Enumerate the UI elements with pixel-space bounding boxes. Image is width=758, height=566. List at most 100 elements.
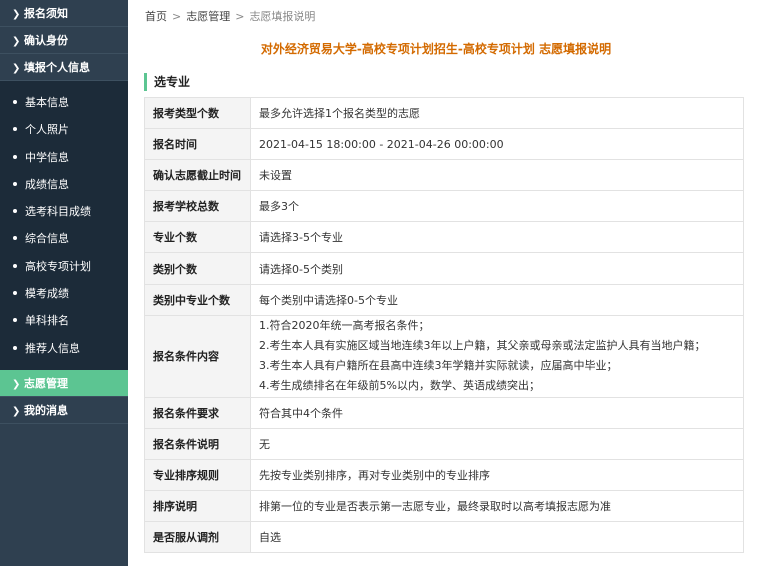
conditions-list: 1.符合2020年统一高考报名条件； 2.考生本人具有实施区域当地连续3年以上户… [250,314,744,398]
sidebar-item-label: 填报个人信息 [24,61,90,74]
bullet-icon [13,181,17,186]
condition-line: 4.考生成绩排名在年级前5%以内，数学、英语成绩突出； [259,379,540,393]
submenu-item-scores[interactable]: 成绩信息 [0,171,128,198]
row-key: 类别个数 [144,252,251,285]
submenu-item-label: 推荐人信息 [25,341,80,355]
row-value: 先按专业类别排序，再对专业类别中的专业排序 [250,458,744,491]
row-key: 类别中专业个数 [144,283,251,316]
row-key: 报名条件说明 [144,427,251,460]
table-row-conditions: 报名条件内容 1.符合2020年统一高考报名条件； 2.考生本人具有实施区域当地… [144,314,744,398]
row-value: 每个类别中请选择0-5个专业 [250,283,744,316]
section-title: 选专业 [144,73,190,91]
chevron-right-icon: ❯ [12,378,21,390]
submenu-item-special-plan[interactable]: 高校专项计划 [0,253,128,280]
row-key: 是否服从调剂 [144,521,251,554]
condition-line: 3.考生本人具有户籍所在县高中连续3年学籍并实际就读，应届高中毕业； [259,359,618,373]
submenu-item-photo[interactable]: 个人照片 [0,116,128,143]
sidebar-item-personal-info[interactable]: ❯ 填报个人信息 [0,54,128,81]
submenu-item-subject-ranking[interactable]: 单科排名 [0,307,128,334]
chevron-right-icon: > [235,10,245,23]
row-key: 专业个数 [144,221,251,254]
condition-line: 2.考生本人具有实施区域当地连续3年以上户籍，其父亲或母亲或法定监护人具有当地户… [259,339,706,353]
submenu-item-referee-info[interactable]: 推荐人信息 [0,335,128,362]
table-row: 专业个数 请选择3-5个专业 [144,221,744,254]
row-value: 排第一位的专业是否表示第一志愿专业，最终录取时以高考填报志愿为准 [250,489,744,523]
sidebar-item-label: 志愿管理 [24,376,68,390]
sidebar-item-application-management[interactable]: ❯ 志愿管理 [0,369,128,397]
bullet-icon [13,263,17,268]
chevron-right-icon: ❯ [12,63,21,74]
sidebar: ❯ 报名须知 ❯ 确认身份 ❯ 填报个人信息 基本信息 个人照片 中学信息 成绩信息 … [0,0,128,566]
main-content: 首页 > 志愿管理 > 志愿填报说明 对外经济贸易大学-高校专项计划招生-高校专项计划 … [128,0,758,566]
table-row: 报名条件要求 符合其中4个条件 [144,396,744,429]
table-row: 确认志愿截止时间 未设置 [144,159,744,192]
submenu-item-mock-scores[interactable]: 模考成绩 [0,280,128,307]
row-key: 报名条件要求 [144,396,251,429]
sidebar-item-label: 我的消息 [24,403,68,417]
row-key: 专业排序规则 [144,458,251,491]
chevron-right-icon: > [172,10,182,23]
bullet-icon [13,291,17,296]
submenu-item-label: 综合信息 [25,232,69,246]
row-value: 2021-04-15 18:00:00 - 2021-04-26 00:00:0… [250,128,744,161]
sidebar-item-notice[interactable]: ❯ 报名须知 [0,0,128,27]
row-key: 确认志愿截止时间 [144,159,251,192]
bullet-icon [13,127,17,132]
sidebar-item-confirm-identity[interactable]: ❯ 确认身份 [0,27,128,54]
table-row: 报名时间 2021-04-15 18:00:00 - 2021-04-26 00:… [144,128,744,161]
submenu-item-label: 中学信息 [25,150,69,164]
table-row: 类别中专业个数 每个类别中请选择0-5个专业 [144,283,744,316]
table-row: 专业排序规则 先按专业类别排序，再对专业类别中的专业排序 [144,458,744,491]
table-row: 排序说明 排第一位的专业是否表示第一志愿专业，最终录取时以高考填报志愿为准 [144,489,744,523]
page-title: 对外经济贸易大学-高校专项计划招生-高校专项计划 志愿填报说明 [260,42,612,56]
submenu-item-general-info[interactable]: 综合信息 [0,225,128,252]
table-row: 报考学校总数 最多3个 [144,190,744,223]
condition-line: 1.符合2020年统一高考报名条件； [259,319,430,333]
info-table: 报考类型个数 最多允许选择1个报名类型的志愿 报名时间 2021-04-15 18:… [144,96,744,554]
bullet-icon [13,236,17,241]
table-row: 报考类型个数 最多允许选择1个报名类型的志愿 [144,96,744,130]
sidebar-submenu: 基本信息 个人照片 中学信息 成绩信息 选考科目成绩 综合信息 高校专项计划 模… [0,81,128,370]
bullet-icon [13,345,17,350]
submenu-item-label: 选考科目成绩 [25,205,91,219]
row-value: 未设置 [250,159,744,192]
submenu-item-label: 个人照片 [25,123,69,137]
submenu-item-basic-info[interactable]: 基本信息 [0,89,128,116]
chevron-right-icon: ❯ [12,405,21,417]
row-key: 报名条件内容 [144,314,251,398]
breadcrumb: 首页 > 志愿管理 > 志愿填报说明 [145,8,315,24]
chevron-right-icon: ❯ [12,36,21,47]
submenu-item-label: 模考成绩 [25,287,69,301]
table-row: 报名条件说明无 [144,427,744,460]
row-key: 报考类型个数 [144,96,251,130]
row-value: 自选 [250,521,744,554]
sidebar-item-messages[interactable]: ❯ 我的消息 [0,397,128,424]
breadcrumb-home[interactable]: 首页 [145,10,167,23]
row-value: 请选择0-5个类别 [250,252,744,285]
bullet-icon [13,100,17,104]
chevron-right-icon: ❯ [12,9,21,20]
submenu-item-label: 成绩信息 [25,177,69,191]
table-row: 类别个数 请选择0-5个类别 [144,252,744,285]
table-row: 是否服从调剂 自选 [144,521,744,554]
row-key: 报考学校总数 [144,190,251,223]
breadcrumb-section[interactable]: 志愿管理 [186,10,230,23]
sidebar-item-label: 确认身份 [24,34,68,47]
submenu-item-label: 高校专项计划 [25,259,91,273]
row-value: 无 [250,427,744,460]
bullet-icon [13,318,17,323]
submenu-item-label: 基本信息 [25,96,69,109]
bullet-icon [13,154,17,159]
breadcrumb-current: 志愿填报说明 [249,10,316,23]
row-value: 最多允许选择1个报名类型的志愿 [250,96,744,130]
submenu-item-school-info[interactable]: 中学信息 [0,144,128,171]
bullet-icon [13,209,17,214]
sidebar-item-label: 报名须知 [24,7,68,20]
submenu-item-elective-scores[interactable]: 选考科目成绩 [0,198,128,225]
row-value: 最多3个 [250,190,744,223]
row-key: 报名时间 [144,128,251,161]
row-key: 排序说明 [144,489,251,523]
row-value: 请选择3-5个专业 [250,221,744,254]
row-value: 符合其中4个条件 [250,396,744,429]
submenu-item-label: 单科排名 [25,314,69,328]
